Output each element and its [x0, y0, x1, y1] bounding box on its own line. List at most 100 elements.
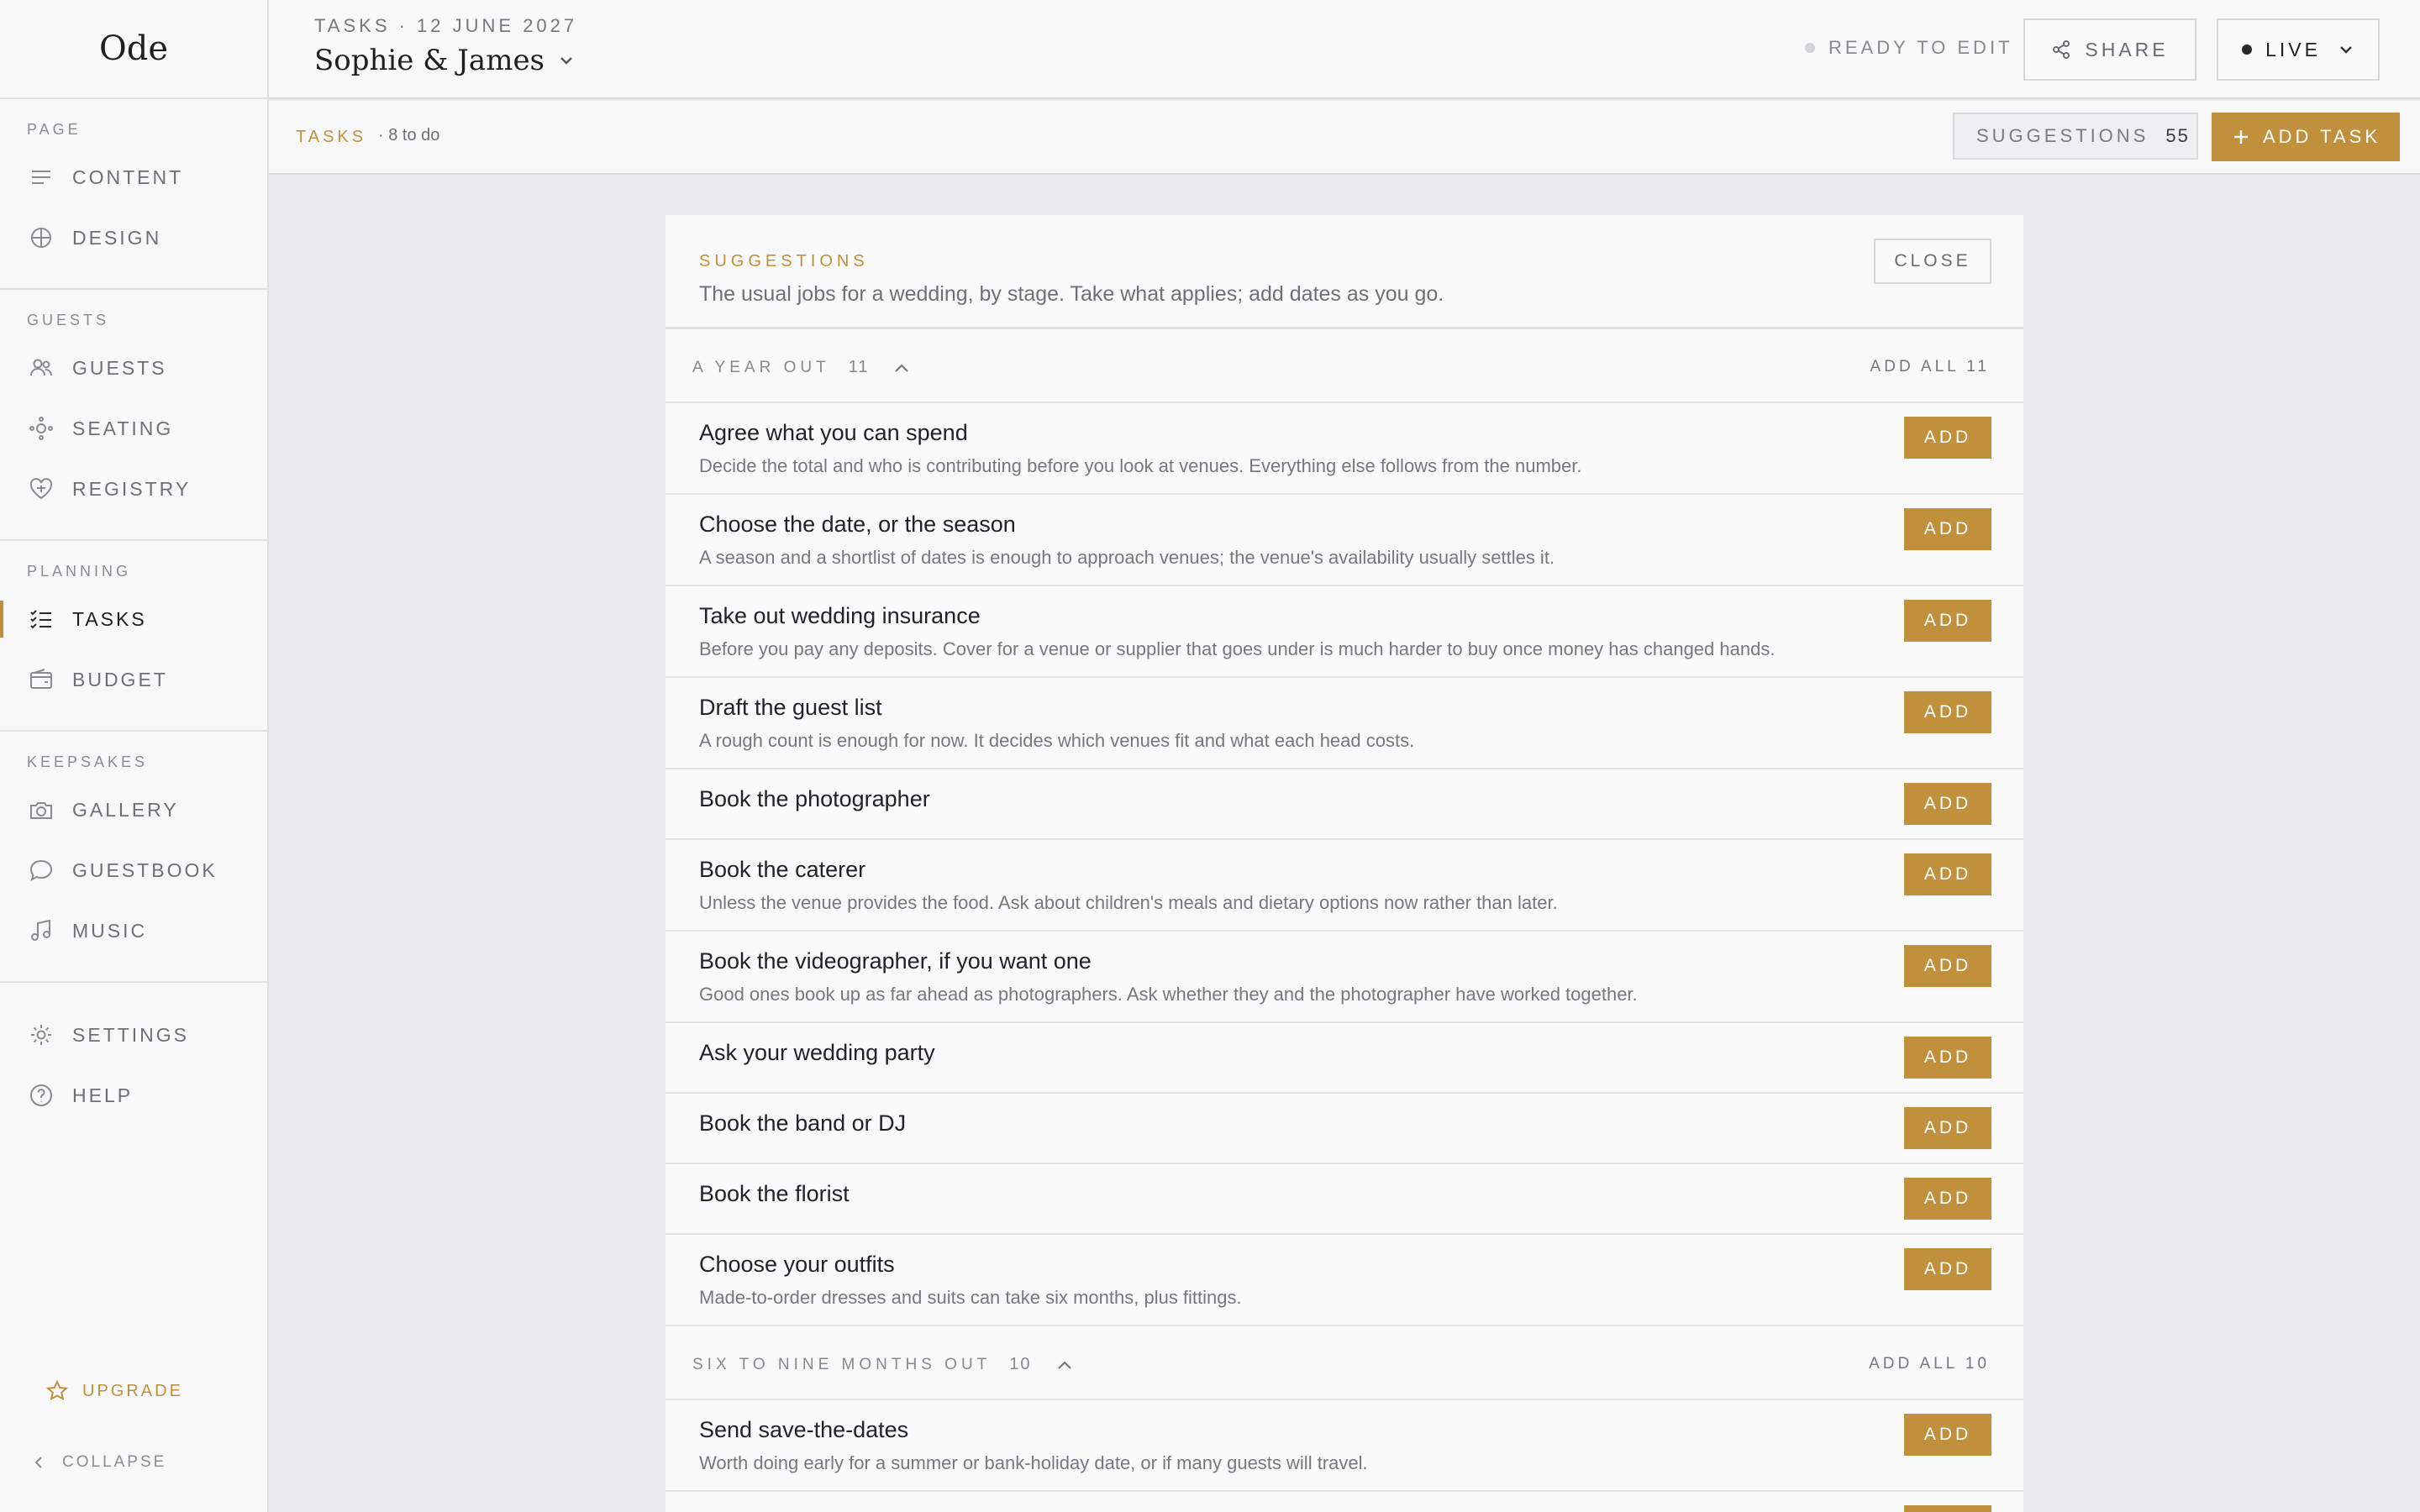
- sidebar-item-tasks[interactable]: TASKS: [0, 589, 267, 649]
- camera-icon: [27, 795, 55, 824]
- sidebar-item-music[interactable]: MUSIC: [0, 900, 267, 961]
- seating-icon: [27, 414, 55, 443]
- gift-heart-icon: [27, 475, 55, 503]
- suggestion-row: Draft the guest list A rough count is eno…: [666, 678, 2023, 769]
- add-task-button[interactable]: ADD TASK: [2212, 113, 2400, 161]
- chat-icon: [27, 856, 55, 885]
- top-bar: TASKS · 12 JUNE 2027 Sophie & James READ…: [269, 0, 2420, 99]
- suggestion-title: Draft the guest list: [699, 695, 882, 720]
- brand-logo[interactable]: Ode: [0, 0, 267, 99]
- checklist-icon: [27, 605, 55, 633]
- sidebar-item-label: REGISTRY: [72, 477, 192, 500]
- sidebar-item-guestbook[interactable]: GUESTBOOK: [0, 840, 267, 900]
- star-icon: [45, 1379, 69, 1401]
- upgrade-button[interactable]: UPGRADE: [45, 1379, 183, 1403]
- live-status-dropdown[interactable]: LIVE: [2217, 18, 2380, 81]
- add-suggestion-button[interactable]: ADD: [1904, 1414, 1991, 1456]
- add-suggestion-button[interactable]: ADD: [1904, 600, 1991, 642]
- sidebar-item-help[interactable]: HELP: [0, 1065, 267, 1126]
- group-title-wrap: SIX TO NINE MONTHS OUT 10: [692, 1355, 1074, 1374]
- group-header: SIX TO NINE MONTHS OUT 10 ADD ALL 10: [666, 1326, 2023, 1400]
- chevron-up-icon[interactable]: [1055, 1356, 1074, 1374]
- chevron-up-icon[interactable]: [892, 359, 911, 377]
- sidebar-item-budget[interactable]: BUDGET: [0, 649, 267, 710]
- nav-section-guests: GUESTS GUESTS SEATING REGISTRY: [0, 290, 267, 541]
- sidebar: Ode PAGE CONTENT DESIGN GUESTS GUESTS SE…: [0, 0, 269, 1512]
- group-count: 10: [1009, 1355, 1032, 1373]
- add-all-button[interactable]: ADD ALL 11: [1870, 358, 1990, 376]
- sidebar-item-label: CONTENT: [72, 165, 184, 188]
- add-suggestion-button[interactable]: ADD: [1904, 783, 1991, 825]
- sidebar-item-settings[interactable]: SETTINGS: [0, 1005, 267, 1065]
- sidebar-item-label: TASKS: [72, 607, 147, 630]
- suggestion-groups: A YEAR OUT 11 ADD ALL 11 Agree what you can…: [666, 329, 2023, 1512]
- sidebar-item-content[interactable]: CONTENT: [0, 147, 267, 207]
- suggestion-description: Good ones book up as far ahead as photog…: [699, 984, 1638, 1005]
- suggestion-title: Send save-the-dates: [699, 1417, 909, 1442]
- add-suggestion-button[interactable]: ADD: [1904, 417, 1991, 459]
- tasks-toolbar: TASKS · 8 to do SUGGESTIONS 55 ADD TASK: [269, 101, 2420, 175]
- suggestion-row: Book the videographer, if you want one Go…: [666, 932, 2023, 1023]
- suggestion-title: Ask your wedding party: [699, 1040, 935, 1065]
- breadcrumb: TASKS · 12 JUNE 2027: [314, 15, 578, 36]
- suggestion-row: Book bride and groom ADD: [666, 1492, 2023, 1512]
- add-all-button[interactable]: ADD ALL 10: [1869, 1355, 1990, 1373]
- event-name: Sophie & James: [314, 44, 545, 77]
- suggestion-description: A rough count is enough for now. It deci…: [699, 730, 1415, 751]
- suggestion-description: Decide the total and who is contributing…: [699, 455, 1582, 476]
- share-button[interactable]: SHARE: [2023, 18, 2196, 81]
- sidebar-item-label: GUESTBOOK: [72, 858, 218, 881]
- sidebar-item-design[interactable]: DESIGN: [0, 207, 267, 268]
- sidebar-item-label: GUESTS: [72, 356, 167, 379]
- group-title: A YEAR OUT: [692, 358, 830, 376]
- add-suggestion-button[interactable]: ADD: [1904, 945, 1991, 987]
- sidebar-item-registry[interactable]: REGISTRY: [0, 459, 267, 519]
- sidebar-item-label: BUDGET: [72, 668, 168, 690]
- sidebar-item-guests[interactable]: GUESTS: [0, 338, 267, 398]
- upgrade-label: UPGRADE: [82, 1381, 183, 1400]
- nav-heading: GUESTS: [27, 312, 110, 328]
- add-suggestion-button[interactable]: ADD: [1904, 691, 1991, 733]
- add-suggestion-button[interactable]: ADD: [1904, 1037, 1991, 1079]
- add-suggestion-button[interactable]: ADD: [1904, 853, 1991, 895]
- suggestion-row: Choose the date, or the season A season a…: [666, 495, 2023, 586]
- collapse-button[interactable]: COLLAPSE: [30, 1453, 166, 1472]
- nav-section-planning: PLANNING TASKS BUDGET: [0, 541, 267, 732]
- nav-heading: PLANNING: [27, 563, 132, 580]
- lines-icon: [27, 163, 55, 192]
- add-suggestion-button[interactable]: ADD: [1904, 1505, 1991, 1512]
- sidebar-item-label: GALLERY: [72, 798, 179, 821]
- globe-icon: [27, 223, 55, 252]
- add-suggestion-button[interactable]: ADD: [1904, 508, 1991, 550]
- plus-icon: [2234, 130, 2248, 144]
- add-suggestion-button[interactable]: ADD: [1904, 1178, 1991, 1220]
- chevron-down-icon: [2340, 46, 2352, 54]
- sidebar-item-label: HELP: [72, 1084, 134, 1106]
- suggestions-count: 55: [2165, 125, 2190, 146]
- event-switcher[interactable]: Sophie & James: [314, 44, 575, 77]
- help-icon: [27, 1081, 55, 1110]
- edit-status: READY TO EDIT: [1805, 37, 2013, 59]
- suggestion-title: Book the caterer: [699, 857, 866, 882]
- add-suggestion-button[interactable]: ADD: [1904, 1107, 1991, 1149]
- chevron-down-icon: [560, 57, 572, 65]
- suggestions-label: SUGGESTIONS: [1976, 125, 2149, 146]
- add-suggestion-button[interactable]: ADD: [1904, 1248, 1991, 1290]
- sun-gear-icon: [27, 1021, 55, 1049]
- nav-heading: KEEPSAKES: [27, 753, 149, 770]
- live-label: LIVE: [2265, 38, 2321, 60]
- sidebar-item-label: SETTINGS: [72, 1023, 190, 1046]
- suggestions-toggle-button[interactable]: SUGGESTIONS 55: [1953, 113, 2198, 160]
- chevron-left-icon: [34, 1457, 42, 1468]
- suggestion-title: Book the photographer: [699, 786, 930, 811]
- sidebar-item-seating[interactable]: SEATING: [0, 398, 267, 459]
- live-dot: [2242, 45, 2253, 55]
- share-icon: [2053, 40, 2070, 59]
- sidebar-item-gallery[interactable]: GALLERY: [0, 780, 267, 840]
- suggestion-row: Book the band or DJ ADD: [666, 1094, 2023, 1164]
- suggestion-row: Book the florist ADD: [666, 1164, 2023, 1235]
- suggestion-title: Book bride and groom: [699, 1509, 923, 1512]
- close-button[interactable]: CLOSE: [1874, 239, 1991, 284]
- suggestion-row: Take out wedding insurance Before you pay…: [666, 586, 2023, 678]
- suggestion-title: Choose the date, or the season: [699, 512, 1016, 537]
